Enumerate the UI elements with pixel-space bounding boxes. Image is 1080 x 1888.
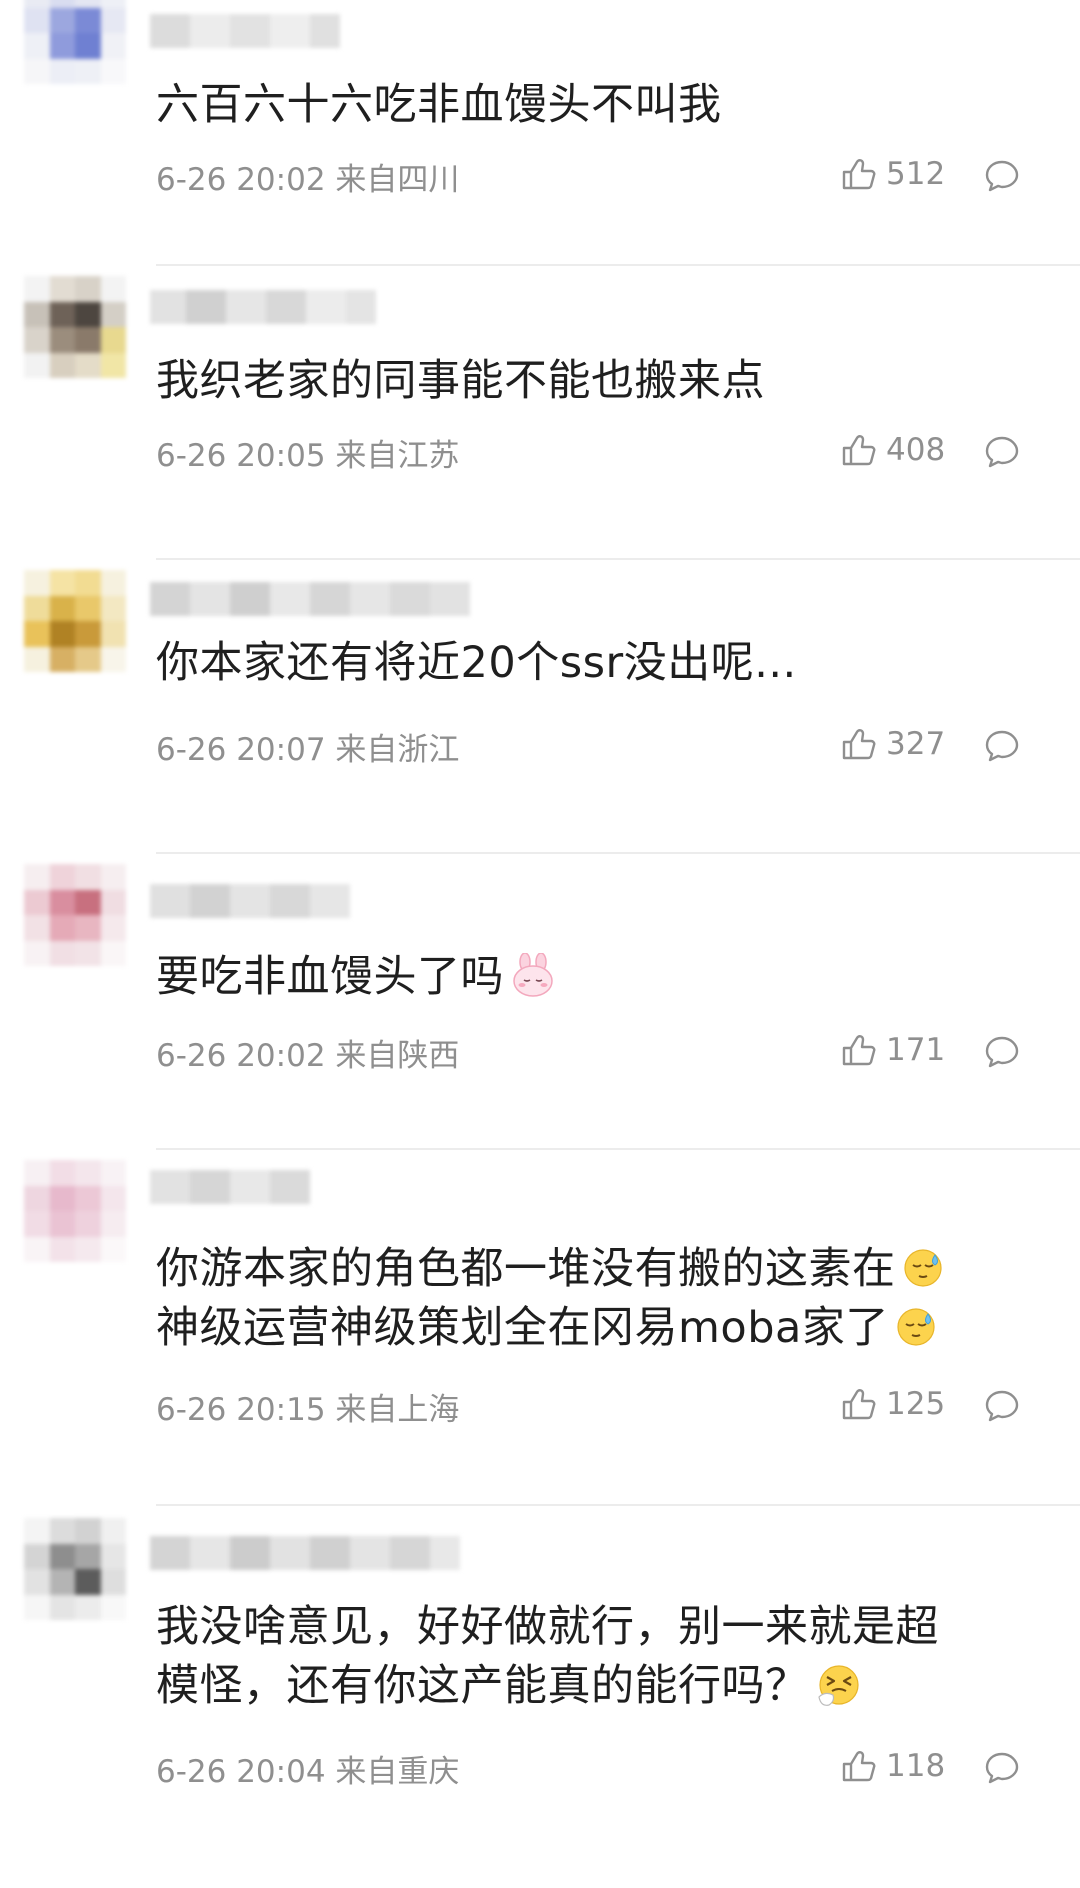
reply-bubble-icon[interactable] bbox=[984, 1034, 1020, 1070]
like-button[interactable]: 171 bbox=[838, 1030, 946, 1070]
comment-text-line: 神级运营神级策划全在冈易moba家了 bbox=[156, 1299, 1026, 1358]
like-count: 125 bbox=[886, 1386, 946, 1422]
sneezing-face-emoji-icon bbox=[817, 1664, 859, 1706]
user-avatar-blurred[interactable] bbox=[24, 1160, 126, 1262]
comment-meta: 6-26 20:02 来自四川 bbox=[156, 154, 459, 199]
reply-bubble-icon[interactable] bbox=[984, 1388, 1020, 1424]
username-blurred[interactable] bbox=[150, 1170, 310, 1204]
comment-divider bbox=[156, 1504, 1080, 1506]
comment-date: 6-26 20:15 bbox=[156, 1392, 326, 1428]
comment-text: 你本家还有将近20个ssr没出呢... bbox=[156, 634, 1026, 693]
bunny-emoji-icon bbox=[513, 952, 553, 997]
like-button[interactable]: 118 bbox=[838, 1746, 946, 1786]
comment-text-line: 我没啥意见，好好做就行，别一来就是超 bbox=[156, 1602, 939, 1652]
user-avatar-blurred[interactable] bbox=[24, 1518, 126, 1620]
comment-divider bbox=[156, 1148, 1080, 1150]
like-button[interactable]: 327 bbox=[838, 724, 946, 764]
user-avatar-blurred[interactable] bbox=[24, 864, 126, 966]
comment-date: 6-26 20:04 bbox=[156, 1754, 326, 1790]
comment-date: 6-26 20:05 bbox=[156, 438, 326, 474]
comment-meta: 6-26 20:02 来自陕西 bbox=[156, 1030, 459, 1075]
thumbs-up-icon bbox=[842, 729, 876, 760]
like-count: 327 bbox=[886, 726, 946, 762]
comment-location: 来自上海 bbox=[335, 1392, 460, 1428]
comment-divider bbox=[156, 852, 1080, 854]
comment-date: 6-26 20:02 bbox=[156, 162, 326, 198]
reply-bubble-icon[interactable] bbox=[984, 158, 1020, 194]
username-blurred[interactable] bbox=[150, 884, 350, 918]
thumbs-up-icon bbox=[842, 1035, 876, 1066]
comment-location: 来自浙江 bbox=[335, 732, 460, 768]
thumbs-up-icon bbox=[842, 159, 876, 190]
sweat-face-emoji-icon bbox=[903, 1248, 942, 1287]
comment-divider bbox=[156, 264, 1080, 266]
reply-bubble-icon[interactable] bbox=[984, 1750, 1020, 1786]
comment-text: 我没啥意见，好好做就行，别一来就是超 模怪，还有你这产能真的能行吗？ bbox=[156, 1598, 1026, 1716]
like-count: 512 bbox=[886, 156, 946, 192]
like-button[interactable]: 408 bbox=[838, 430, 946, 470]
thumbs-up-icon bbox=[842, 1389, 876, 1420]
thumbs-up-icon bbox=[842, 435, 876, 466]
username-blurred[interactable] bbox=[150, 582, 470, 616]
comment-date: 6-26 20:02 bbox=[156, 1038, 326, 1074]
comment-text-content: 神级运营神级策划全在冈易moba家了 bbox=[156, 1303, 889, 1353]
user-avatar-blurred[interactable] bbox=[24, 276, 126, 378]
comment-text-content: 要吃非血馒头了吗 bbox=[156, 952, 504, 1002]
comment-meta: 6-26 20:04 来自重庆 bbox=[156, 1746, 459, 1791]
like-button[interactable]: 125 bbox=[838, 1384, 946, 1424]
comment-meta: 6-26 20:05 来自江苏 bbox=[156, 430, 459, 475]
comment-text: 要吃非血馒头了吗 bbox=[156, 948, 1026, 1007]
comment-text: 你游本家的角色都一堆没有搬的这素在 神级运营神级策划全在冈易moba家了 bbox=[156, 1240, 1026, 1358]
comment-location: 来自四川 bbox=[335, 162, 460, 198]
username-blurred[interactable] bbox=[150, 14, 340, 48]
username-blurred[interactable] bbox=[150, 1536, 460, 1570]
comment-divider bbox=[156, 558, 1080, 560]
comment-meta: 6-26 20:15 来自上海 bbox=[156, 1384, 459, 1429]
comment-text-line: 六百六十六吃非血馒头不叫我 bbox=[156, 80, 722, 130]
user-avatar-blurred[interactable] bbox=[24, 0, 126, 84]
comment-text-line: 你游本家的角色都一堆没有搬的这素在 bbox=[156, 1240, 1026, 1299]
comment-meta: 6-26 20:07 来自浙江 bbox=[156, 724, 459, 769]
comment-text-line: 要吃非血馒头了吗 bbox=[156, 948, 1026, 1007]
comment-text: 六百六十六吃非血馒头不叫我 bbox=[156, 76, 1026, 135]
comment-location: 来自重庆 bbox=[335, 1754, 460, 1790]
comment-text-content: 你游本家的角色都一堆没有搬的这素在 bbox=[156, 1244, 896, 1294]
comment-text-line: 我织老家的同事能不能也搬来点 bbox=[156, 356, 765, 406]
thumbs-up-icon bbox=[842, 1751, 876, 1782]
like-count: 118 bbox=[886, 1748, 946, 1784]
comment-location: 来自江苏 bbox=[335, 438, 460, 474]
reply-bubble-icon[interactable] bbox=[984, 728, 1020, 764]
reply-bubble-icon[interactable] bbox=[984, 434, 1020, 470]
user-avatar-blurred[interactable] bbox=[24, 570, 126, 672]
comment-text: 我织老家的同事能不能也搬来点 bbox=[156, 352, 1026, 411]
comment-text-content: 模怪，还有你这产能真的能行吗？ bbox=[156, 1661, 809, 1711]
like-button[interactable]: 512 bbox=[838, 154, 946, 194]
comment-text-line: 你本家还有将近20个ssr没出呢... bbox=[156, 638, 797, 688]
like-count: 171 bbox=[886, 1032, 946, 1068]
comment-location: 来自陕西 bbox=[335, 1038, 460, 1074]
comment-text-line: 模怪，还有你这产能真的能行吗？ bbox=[156, 1657, 1026, 1716]
comment-date: 6-26 20:07 bbox=[156, 732, 326, 768]
like-count: 408 bbox=[886, 432, 946, 468]
username-blurred[interactable] bbox=[150, 290, 376, 324]
sweat-face-emoji-icon bbox=[897, 1307, 935, 1346]
